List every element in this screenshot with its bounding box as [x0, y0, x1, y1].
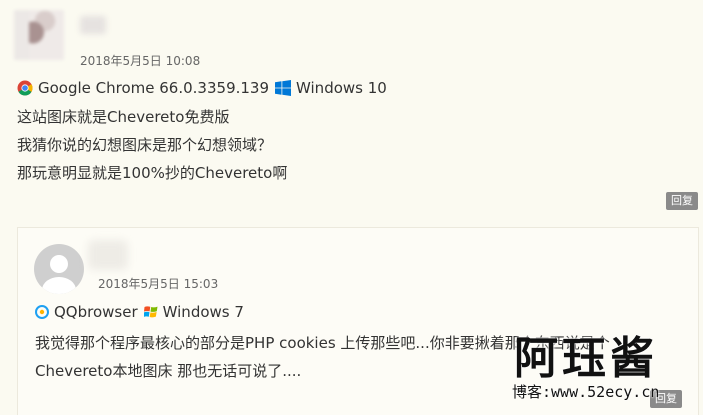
default-avatar[interactable]	[34, 244, 84, 294]
reply-text-line: Chevereto本地图床 那也无话可说了....	[35, 362, 302, 380]
reply-date: 2018年5月5日 15:03	[98, 277, 219, 291]
commenter-name-blurred	[80, 16, 106, 34]
os-name: Windows 7	[162, 303, 244, 321]
comment-date: 2018年5月5日 10:08	[80, 54, 201, 68]
qqbrowser-icon	[35, 305, 49, 319]
comment-text-line: 我猜你说的幻想图床是那个幻想领域？	[17, 136, 273, 154]
user-agent-info: Google Chrome 66.0.3359.139 Windows 10	[17, 79, 387, 97]
user-agent-info: QQbrowser Windows 7	[35, 303, 244, 321]
chrome-icon	[17, 80, 33, 96]
comment-thread: 2018年5月5日 10:08 Google Chrome 66.0.3359.…	[0, 0, 703, 415]
watermark-title: 阿珏酱	[514, 333, 658, 384]
windows7-icon	[143, 305, 158, 319]
avatar[interactable]	[14, 10, 64, 60]
comment-text-line: 那玩意明显就是100%抄的Chevereto啊	[17, 164, 288, 182]
reply-button[interactable]: 回复	[666, 192, 698, 210]
comment-text-line: 这站图床就是Chevereto免费版	[17, 108, 230, 126]
replier-name-blurred	[88, 240, 128, 270]
os-name: Windows 10	[296, 79, 387, 97]
browser-name: QQbrowser	[54, 303, 138, 321]
browser-name: Google Chrome 66.0.3359.139	[38, 79, 270, 97]
watermark-url: 博客:www.52ecy.cn	[512, 383, 660, 401]
windows10-icon	[275, 80, 292, 96]
